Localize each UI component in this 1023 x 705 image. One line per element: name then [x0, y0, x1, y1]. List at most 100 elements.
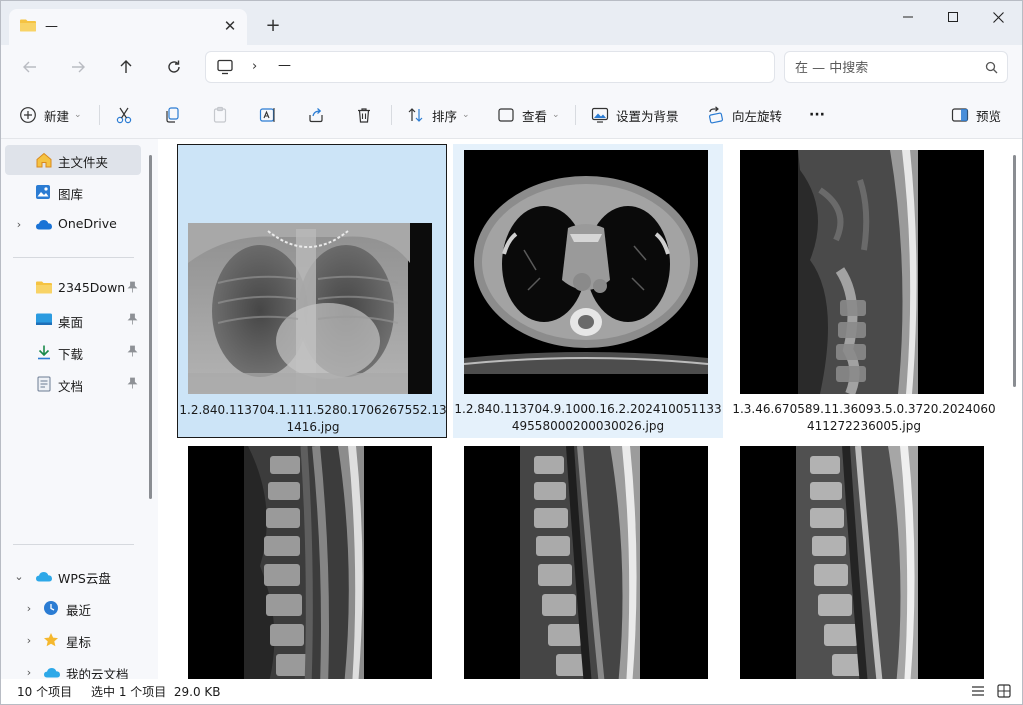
- view-button[interactable]: 查看 ⌄: [497, 101, 560, 129]
- sidebar-item-label: 文档: [58, 379, 84, 394]
- sort-button-label: 排序: [432, 108, 458, 124]
- file-tile[interactable]: 1.3.46.670589.11.36093.5.0.3720.20240604…: [729, 144, 999, 438]
- maximize-button[interactable]: [930, 1, 976, 33]
- file-tile[interactable]: 1.2.840.113704.1.111.5280.1706267552.131…: [177, 144, 447, 438]
- set-background-label: 设置为背景: [616, 108, 679, 124]
- close-tab-icon[interactable]: ✕: [219, 15, 241, 37]
- sidebar-item-label: 星标: [66, 635, 92, 650]
- ct-thumbnail: [464, 150, 708, 394]
- title-bar: — ✕ +: [1, 1, 1022, 45]
- preview-label: 预览: [976, 108, 1002, 124]
- breadcrumb-current-folder[interactable]: —: [278, 58, 291, 73]
- tiles-view-button[interactable]: [997, 684, 1011, 701]
- sidebar-item-wps-cloud[interactable]: ⌄ WPS云盘: [5, 561, 141, 591]
- file-tile[interactable]: [177, 441, 447, 679]
- rotate-left-button[interactable]: 向左旋转: [707, 101, 782, 129]
- xray-thumbnail: [188, 223, 432, 394]
- set-background-button[interactable]: 设置为背景: [591, 101, 679, 129]
- folder-icon: [19, 18, 37, 36]
- file-view: 1.2.840.113704.1.111.5280.1706267552.131…: [158, 139, 1022, 679]
- content-scrollbar[interactable]: [1013, 155, 1016, 387]
- cut-button[interactable]: [115, 101, 133, 129]
- chevron-down-icon[interactable]: ⌄: [13, 569, 25, 583]
- back-button[interactable]: [15, 53, 45, 81]
- refresh-button[interactable]: [159, 53, 189, 81]
- sidebar-item-onedrive[interactable]: › OneDrive: [5, 209, 141, 239]
- copy-icon: [166, 107, 179, 123]
- sidebar-item-desktop[interactable]: 桌面: [5, 305, 141, 335]
- rotate-left-label: 向左旋转: [732, 108, 783, 124]
- gallery-icon: [35, 184, 51, 203]
- close-window-button[interactable]: [975, 1, 1021, 33]
- delete-button[interactable]: [355, 101, 373, 129]
- download-icon: [36, 344, 52, 363]
- sidebar-item-label: OneDrive: [58, 216, 117, 231]
- chevron-right-icon[interactable]: ›: [23, 665, 35, 679]
- navigation-pane: 主文件夹 图库 › OneDrive 2345Downloads: [1, 139, 158, 682]
- tab-current-folder[interactable]: — ✕: [9, 9, 247, 45]
- file-name[interactable]: 1.3.46.670589.11.36093.5.0.3720.20240604…: [729, 401, 999, 435]
- sidebar-item-home[interactable]: 主文件夹: [5, 145, 141, 175]
- sidebar-item-label: 图库: [58, 187, 84, 202]
- file-tile[interactable]: [729, 441, 999, 679]
- search-input[interactable]: [795, 58, 975, 78]
- details-view-button[interactable]: [971, 684, 985, 701]
- toolbar-divider: [99, 105, 100, 125]
- copy-button[interactable]: [163, 101, 181, 129]
- sidebar-item-gallery[interactable]: 图库: [5, 177, 141, 207]
- home-icon: [35, 152, 53, 171]
- more-options-button[interactable]: ···: [809, 101, 825, 129]
- tab-title: —: [45, 19, 58, 34]
- toolbar-divider: [575, 105, 576, 125]
- sidebar-item-label: 桌面: [58, 315, 84, 330]
- clipboard-icon: [213, 106, 227, 123]
- desktop-icon: [35, 312, 53, 330]
- folder-icon: [35, 280, 53, 298]
- mri-thumbnail: [188, 446, 432, 679]
- new-button[interactable]: 新建 ⌄: [19, 101, 82, 129]
- sidebar-divider: [13, 544, 134, 545]
- chevron-right-icon[interactable]: ›: [23, 601, 35, 615]
- pin-icon: [127, 281, 138, 296]
- chevron-down-icon: ⌄: [74, 110, 82, 120]
- address-bar[interactable]: › —: [205, 51, 775, 83]
- sort-button[interactable]: 排序 ⌄: [407, 101, 470, 129]
- file-explorer-window: — ✕ + › — 在 — 中搜索 新建 ⌄ 排序 ⌄ 查看 ⌄ 设置为背景 向…: [0, 0, 1023, 705]
- share-button[interactable]: [307, 101, 325, 129]
- up-button[interactable]: [111, 53, 141, 81]
- mri-thumbnail: [740, 446, 984, 679]
- selection-info: 选中 1 个项目 29.0 KB: [91, 685, 221, 699]
- sidebar-item-downloads[interactable]: 下载: [5, 337, 141, 367]
- arrow-up-icon: [120, 60, 132, 73]
- sidebar-item-documents[interactable]: 文档: [5, 369, 141, 399]
- search-icon[interactable]: [985, 61, 998, 77]
- forward-button[interactable]: [63, 53, 93, 81]
- chevron-right-icon[interactable]: ›: [23, 633, 35, 647]
- file-tile[interactable]: [453, 441, 723, 679]
- preview-pane-button[interactable]: 预览: [951, 101, 1001, 129]
- search-box[interactable]: [784, 51, 1008, 83]
- sidebar-item-starred[interactable]: › 星标: [5, 625, 141, 655]
- more-icon: ···: [809, 107, 825, 123]
- sidebar-item-label: 最近: [66, 603, 92, 618]
- sidebar-item-2345downloads[interactable]: 2345Downloads: [5, 273, 141, 303]
- minimize-button[interactable]: [885, 1, 931, 33]
- command-bar: 新建 ⌄ 排序 ⌄ 查看 ⌄ 设置为背景 向左旋转 ··· 预览: [1, 89, 1022, 139]
- sidebar-item-recent[interactable]: › 最近: [5, 593, 141, 623]
- rename-button[interactable]: [259, 101, 277, 129]
- file-name[interactable]: 1.2.840.113704.9.1000.16.2.2024100511334…: [453, 401, 723, 435]
- chevron-down-icon: ⌄: [552, 110, 560, 120]
- sidebar-scrollbar[interactable]: [149, 155, 152, 499]
- item-count: 10 个项目: [17, 685, 73, 699]
- view-button-label: 查看: [522, 108, 548, 124]
- file-name[interactable]: 1.2.840.113704.1.111.5280.1706267552.131…: [178, 402, 448, 436]
- arrow-right-icon: [72, 61, 85, 73]
- file-tile[interactable]: 1.2.840.113704.9.1000.16.2.2024100511334…: [453, 144, 723, 438]
- refresh-icon: [168, 60, 180, 73]
- new-tab-button[interactable]: +: [261, 13, 285, 37]
- view-icon: [498, 108, 514, 122]
- new-button-label: 新建: [44, 108, 70, 124]
- paste-button[interactable]: [211, 101, 229, 129]
- chevron-right-icon[interactable]: ›: [13, 217, 25, 231]
- arrow-left-icon: [23, 61, 36, 73]
